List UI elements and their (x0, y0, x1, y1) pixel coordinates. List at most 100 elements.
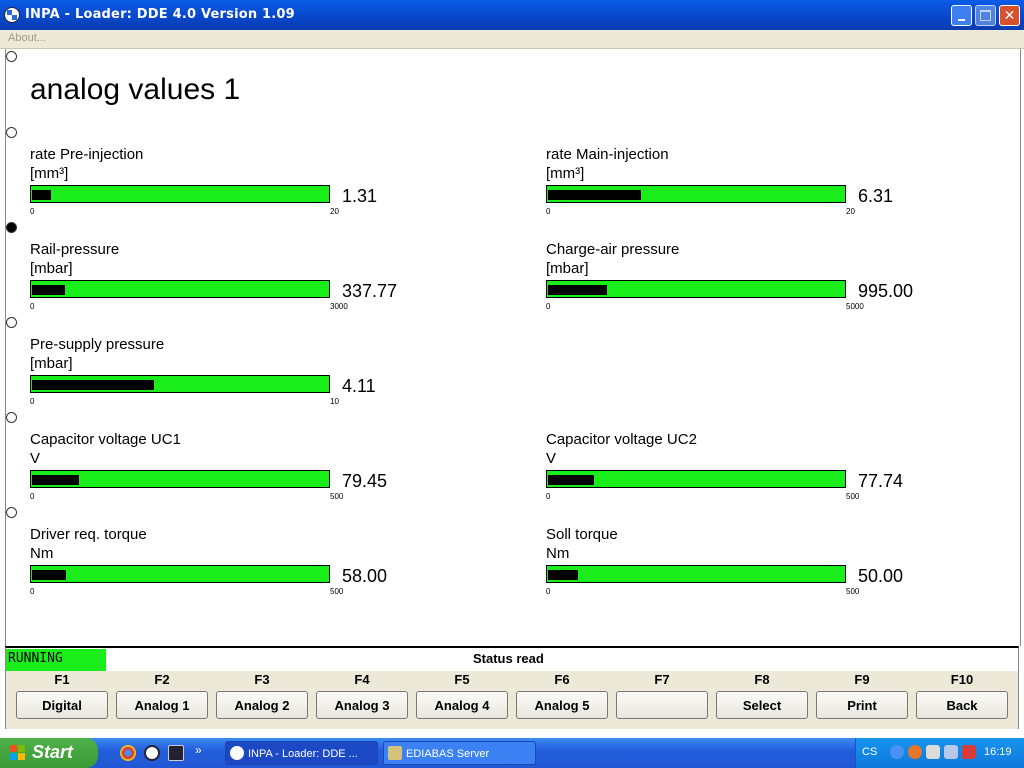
minimize-icon (952, 6, 971, 25)
speaker-icon[interactable] (944, 745, 958, 759)
title-bar[interactable]: INPA - Loader: DDE 4.0 Version 1.09 ✕ (0, 0, 1024, 30)
fkey-label: F2 (154, 672, 170, 687)
gauge-max: 500 (846, 587, 860, 596)
gauge-value: 50.00 (858, 566, 904, 586)
gauge-bar (546, 565, 846, 583)
gauge-label: Capacitor voltage UC1 (30, 431, 181, 448)
gauge-max: 20 (330, 207, 339, 216)
gauge-label: rate Pre-injection (30, 146, 144, 163)
gauge-fill (32, 380, 154, 390)
menu-about[interactable]: About... (8, 32, 46, 44)
gauge-bar (546, 280, 846, 298)
minimize-button[interactable] (951, 5, 972, 26)
gauge-value: 337.77 (342, 281, 398, 301)
task-label: EDIABAS Server (406, 748, 490, 760)
back-button[interactable]: Back (916, 691, 1008, 719)
gauge-unit: [mm³] (546, 165, 585, 182)
network-icon[interactable] (926, 745, 940, 759)
status-row: RUNNING Status read (5, 646, 1019, 671)
gauge-bar (30, 565, 330, 583)
row-selector-radio[interactable] (6, 412, 17, 423)
close-button[interactable]: ✕ (999, 5, 1020, 26)
digital-button[interactable]: Digital (16, 691, 108, 719)
gauge-unit: [mbar] (30, 355, 73, 372)
gauge-min: 0 (546, 587, 551, 596)
row-selector-radio[interactable] (6, 127, 17, 138)
gauge-value: 79.45 (342, 471, 388, 491)
window-title: INPA - Loader: DDE 4.0 Version 1.09 (25, 7, 295, 22)
main-panel: analog values 1 rate Pre-injection [mm³]… (5, 49, 1021, 646)
row-selector-radio-selected[interactable] (6, 222, 17, 233)
page-title: analog values 1 (30, 73, 241, 106)
analog-4-button[interactable]: Analog 4 (416, 691, 508, 719)
back-arrow-icon[interactable] (890, 745, 904, 759)
clock: 16:19 (984, 746, 1012, 758)
gauge-fill (32, 475, 79, 485)
fkey-f5: F5 Analog 4 (416, 671, 508, 719)
gauge-fill (548, 570, 578, 580)
firefox-icon[interactable] (908, 745, 922, 759)
fkey-label: F9 (854, 672, 870, 687)
analog-5-button[interactable]: Analog 5 (516, 691, 608, 719)
gauge-bar (30, 185, 330, 203)
chrome-icon[interactable] (120, 745, 136, 761)
gauge-value: 995.00 (858, 281, 914, 301)
empty-f7-button[interactable] (616, 691, 708, 719)
chevron-right-icon[interactable]: » (195, 743, 202, 757)
print-button[interactable]: Print (816, 691, 908, 719)
start-button[interactable]: Start (0, 738, 98, 768)
fkey-f7: F7 (616, 671, 708, 719)
fkey-label: F7 (654, 672, 670, 687)
gauge-unit: [mbar] (30, 260, 73, 277)
select-button[interactable]: Select (716, 691, 808, 719)
terminal-icon[interactable] (168, 745, 184, 761)
gauge-label: Driver req. torque (30, 526, 147, 543)
gauge-capacitor-uc2: Capacitor voltage UC2 V 77.74 0 500 (546, 431, 966, 511)
bmw-logo-icon[interactable] (144, 745, 160, 761)
bmw-logo-icon[interactable] (4, 7, 20, 23)
row-selector-radio[interactable] (6, 317, 17, 328)
fkey-label: F1 (54, 672, 70, 687)
fkey-f8: F8 Select (716, 671, 808, 719)
task-inpa-loader[interactable]: INPA - Loader: DDE ... (225, 741, 378, 765)
gauge-driver-req-torque: Driver req. torque Nm 58.00 0 500 (30, 526, 450, 606)
gauge-min: 0 (546, 302, 551, 311)
gauge-main-injection: rate Main-injection [mm³] 6.31 0 20 (546, 146, 966, 226)
fkey-f9: F9 Print (816, 671, 908, 719)
row-selector-radio[interactable] (6, 51, 17, 62)
fkey-label: F8 (754, 672, 770, 687)
analog-1-button[interactable]: Analog 1 (116, 691, 208, 719)
gauge-min: 0 (30, 397, 35, 406)
fkey-label: F4 (354, 672, 370, 687)
gauge-min: 0 (30, 207, 35, 216)
gauge-charge-air-pressure: Charge-air pressure [mbar] 995.00 0 5000 (546, 241, 966, 321)
start-label: Start (32, 742, 74, 762)
system-tray: CS 16:19 (855, 738, 1024, 768)
gauge-fill (32, 285, 65, 295)
analog-2-button[interactable]: Analog 2 (216, 691, 308, 719)
gauge-bar (30, 470, 330, 488)
gauge-min: 0 (30, 587, 35, 596)
menu-bar: About... (0, 30, 1024, 49)
gauge-pre-injection: rate Pre-injection [mm³] 1.31 0 20 (30, 146, 450, 226)
task-ediabas-server[interactable]: EDIABAS Server (383, 741, 536, 765)
gauge-capacitor-uc1: Capacitor voltage UC1 V 79.45 0 500 (30, 431, 450, 511)
bmw-logo-icon (230, 746, 244, 760)
gauge-max: 3000 (330, 302, 348, 311)
taskbar: Start » INPA - Loader: DDE ... EDIABAS S… (0, 738, 1024, 768)
task-label: INPA - Loader: DDE ... (248, 748, 358, 760)
gauge-unit: V (546, 450, 557, 467)
analog-3-button[interactable]: Analog 3 (316, 691, 408, 719)
gauge-value: 4.11 (342, 376, 376, 396)
security-shield-icon[interactable] (962, 745, 976, 759)
gauge-max: 500 (846, 492, 860, 501)
maximize-button[interactable] (975, 5, 996, 26)
gauge-unit: Nm (546, 545, 570, 562)
fkey-f10: F10 Back (916, 671, 1008, 719)
gauge-bar (546, 470, 846, 488)
language-indicator[interactable]: CS (862, 746, 877, 758)
gauge-max: 500 (330, 492, 344, 501)
row-selector-radio[interactable] (6, 507, 17, 518)
gauge-value: 1.31 (342, 186, 378, 206)
gauge-value: 6.31 (858, 186, 894, 206)
